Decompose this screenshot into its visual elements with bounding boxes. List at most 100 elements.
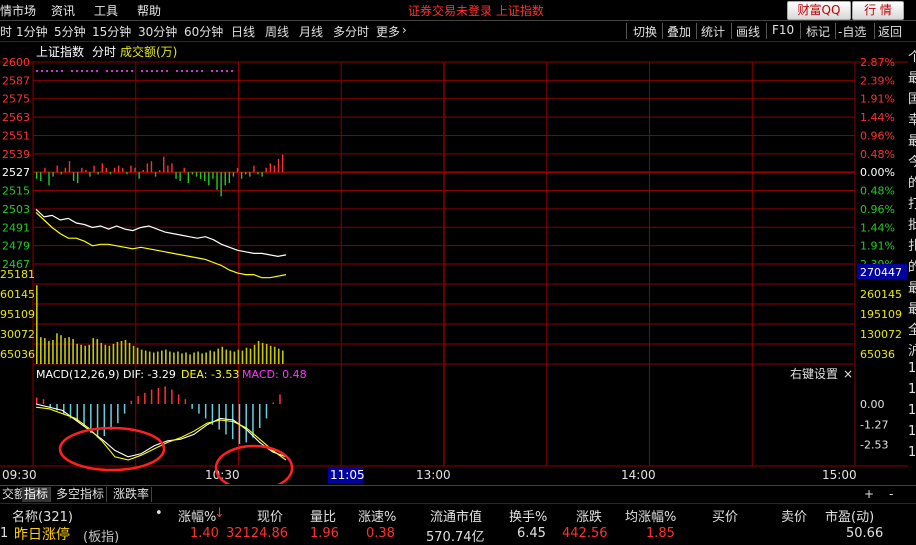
tab-indicator[interactable]: 指标 bbox=[22, 487, 52, 502]
tab-long-short[interactable]: 多空指标 bbox=[54, 487, 108, 502]
pct-tick-label: 1.91% bbox=[860, 93, 895, 106]
toolbar-divider bbox=[696, 23, 697, 39]
change-bar bbox=[249, 172, 251, 177]
volume-bar bbox=[221, 346, 224, 364]
macd-bar bbox=[279, 394, 281, 404]
volume-bar bbox=[265, 343, 268, 364]
menu-bar: 情市场 资讯 工具 帮助 证券交易未登录 上证指数 财富QQ 行 情 bbox=[0, 0, 916, 21]
f10-button[interactable]: F10 bbox=[772, 23, 794, 37]
menu-market[interactable]: 情市场 bbox=[0, 2, 36, 19]
row-change-pct: 1.40 bbox=[190, 526, 219, 541]
volume-bar bbox=[52, 340, 54, 364]
toolbar-divider bbox=[626, 23, 627, 39]
draw-line-button[interactable]: 画线 bbox=[736, 23, 760, 40]
change-bar bbox=[81, 167, 83, 173]
menu-help[interactable]: 帮助 bbox=[137, 2, 161, 19]
time-tick-label: 11:05 bbox=[330, 468, 365, 482]
period-60min[interactable]: 60分钟 bbox=[184, 23, 223, 40]
caifu-qq-button[interactable]: 财富QQ bbox=[787, 1, 851, 20]
macd-bar bbox=[245, 404, 247, 443]
menu-tools[interactable]: 工具 bbox=[94, 2, 118, 19]
trade-dot bbox=[126, 70, 128, 72]
menu-info[interactable]: 资讯 bbox=[51, 2, 75, 19]
remove-watchlist-button[interactable]: -自选 bbox=[838, 23, 866, 40]
price-tick-label: 2587 bbox=[2, 74, 30, 87]
side-panel-text: 1 bbox=[908, 361, 916, 376]
macd-tick-label: -1.27 bbox=[860, 418, 888, 431]
volume-bar bbox=[116, 341, 119, 364]
change-bar bbox=[150, 161, 153, 173]
stats-button[interactable]: 统计 bbox=[701, 23, 725, 40]
chevron-right-icon[interactable]: › bbox=[402, 23, 407, 37]
change-bar bbox=[183, 167, 185, 173]
row-index: 1 bbox=[0, 526, 9, 541]
trade-dot bbox=[226, 70, 228, 72]
trade-dot bbox=[221, 70, 223, 72]
intraday-chart[interactable]: 2600 2.87% 2587 2.39% 2575 1.91% 2563 1.44% 2551… bbox=[0, 42, 908, 484]
macd-panel bbox=[35, 386, 287, 461]
switch-button[interactable]: 切换 bbox=[633, 23, 657, 40]
row-tag: (板指) bbox=[83, 530, 120, 545]
change-bar bbox=[257, 172, 259, 175]
tab-remove-icon[interactable]: - bbox=[887, 487, 895, 502]
change-bar bbox=[52, 172, 54, 177]
row-name[interactable]: 昨日涨停 bbox=[14, 524, 70, 544]
macd-bar bbox=[265, 404, 268, 419]
macd-bar bbox=[272, 402, 274, 404]
period-30min[interactable]: 30分钟 bbox=[138, 23, 177, 40]
volume-bar bbox=[237, 349, 240, 364]
table-row[interactable]: 1 昨日涨停 (板指) 1.40 32124.86 1.96 0.38 570.… bbox=[0, 523, 916, 545]
side-panel-text: 今 bbox=[908, 155, 916, 170]
trade-login-notice[interactable]: 证券交易未登录 上证指数 bbox=[408, 2, 544, 19]
volume-bar bbox=[48, 340, 50, 364]
period-5min[interactable]: 5分钟 bbox=[54, 23, 86, 40]
time-tick-label: 09:30 bbox=[2, 468, 37, 482]
change-bar bbox=[101, 163, 103, 173]
trade-dot bbox=[36, 70, 38, 72]
period-1min[interactable]: 1分钟 bbox=[16, 23, 48, 40]
side-panel-text: 最 bbox=[908, 302, 916, 317]
side-panel-text: 1 bbox=[908, 403, 916, 418]
right-info-strip: 个最国幸最今的打批扎的最最全沪11111 bbox=[908, 42, 916, 482]
volume-bar bbox=[44, 338, 46, 364]
period-daily[interactable]: 日线 bbox=[231, 23, 255, 40]
tab-add-icon[interactable]: + bbox=[862, 487, 876, 502]
trade-dot bbox=[161, 70, 163, 72]
hangqing-button[interactable]: 行 情 bbox=[852, 1, 904, 20]
volume-bar bbox=[193, 352, 195, 364]
macd-bar bbox=[177, 394, 180, 404]
period-more[interactable]: 更多 bbox=[376, 23, 400, 40]
volume-tick-label: 25181 bbox=[0, 268, 35, 281]
pct-tick-label: 1.91% bbox=[860, 240, 895, 253]
volume-bar bbox=[245, 347, 248, 364]
overlay-button[interactable]: 叠加 bbox=[667, 23, 691, 40]
side-panel-text: 全 bbox=[908, 323, 916, 338]
mark-button[interactable]: 标记 bbox=[806, 23, 830, 40]
back-button[interactable]: 返回 bbox=[878, 23, 902, 40]
macd-tick-label: -2.53 bbox=[860, 438, 888, 451]
period-15min[interactable]: 15分钟 bbox=[92, 23, 131, 40]
side-panel-text: 1 bbox=[908, 424, 916, 439]
row-pe: 50.66 bbox=[846, 526, 884, 541]
change-bar bbox=[232, 172, 235, 177]
period-intraday[interactable]: 时 bbox=[0, 23, 12, 40]
toolbar-divider bbox=[766, 23, 767, 39]
period-weekly[interactable]: 周线 bbox=[265, 23, 289, 40]
change-bar bbox=[36, 172, 38, 179]
period-monthly[interactable]: 月线 bbox=[299, 23, 323, 40]
macd-bar bbox=[96, 404, 99, 438]
change-bar bbox=[72, 172, 75, 181]
tab-advance-decline[interactable]: 涨跌率 bbox=[111, 487, 153, 502]
volume-bar bbox=[217, 348, 220, 364]
volume-bar bbox=[169, 351, 171, 364]
change-bar bbox=[228, 172, 231, 184]
change-bar bbox=[109, 172, 112, 175]
period-multi-intraday[interactable]: 多分时 bbox=[333, 23, 369, 40]
change-bar bbox=[130, 165, 132, 173]
change-bar bbox=[261, 172, 263, 177]
change-bar bbox=[89, 172, 91, 177]
volume-bar bbox=[92, 338, 95, 364]
change-bar bbox=[265, 167, 267, 173]
sort-desc-icon[interactable]: ↓ bbox=[214, 506, 225, 521]
volume-bar bbox=[241, 350, 244, 364]
